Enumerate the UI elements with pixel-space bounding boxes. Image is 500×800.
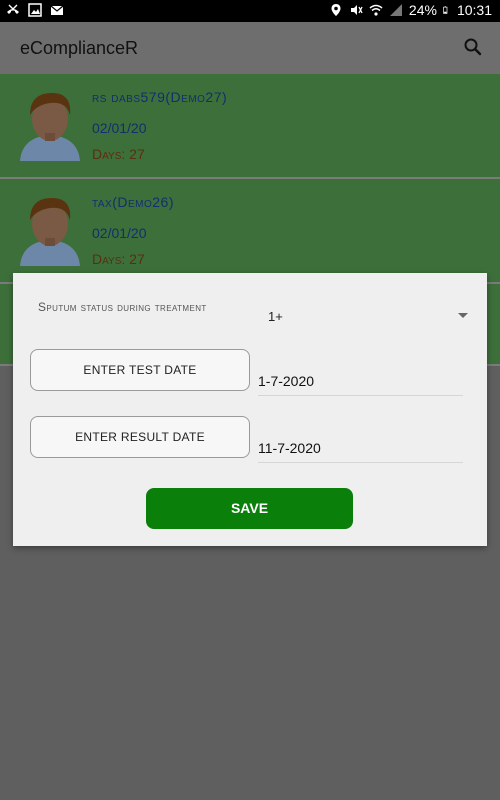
status-bar: 24% 10:31 (0, 0, 500, 22)
result-date-field[interactable]: 11-7-2020 (258, 434, 463, 463)
sputum-status-dropdown[interactable]: 1+ (268, 303, 468, 327)
email-icon (50, 5, 64, 15)
enter-test-date-button[interactable]: ENTER TEST DATE (30, 349, 250, 391)
search-icon[interactable] (462, 36, 484, 58)
patient-days: Days: 27 (92, 146, 145, 162)
app-title: eComplianceR (20, 38, 139, 58)
patient-name: tax(Demo26) (92, 194, 174, 210)
sputum-status-label: Sputum status during treatment (38, 300, 207, 314)
clock: 10:31 (456, 2, 492, 18)
test-date-field[interactable]: 1-7-2020 (258, 367, 463, 396)
app-bar: eComplianceR (0, 22, 500, 74)
avatar (20, 93, 80, 161)
sputum-dialog: Sputum status during treatment 1+ ENTER … (13, 273, 487, 546)
mute-icon (350, 5, 363, 15)
battery-percent: 24% (408, 2, 437, 18)
patient-days: Days: 27 (92, 251, 145, 267)
sputum-status-value: 1+ (268, 309, 283, 324)
location-icon (331, 4, 341, 16)
patient-date: 02/01/20 (92, 120, 147, 136)
patient-name: rs dabs579(Demo27) (92, 89, 228, 105)
enter-result-date-button[interactable]: ENTER RESULT DATE (30, 416, 250, 458)
patient-date: 02/01/20 (92, 225, 147, 241)
wifi-icon (369, 4, 383, 16)
missed-call-icon (7, 4, 19, 14)
signal-icon (389, 4, 402, 16)
chevron-down-icon (458, 313, 468, 318)
avatar (20, 198, 80, 266)
battery-icon (443, 6, 448, 14)
list-item[interactable]: tax(Demo26) 02/01/20 Days: 27 (0, 179, 500, 284)
list-item[interactable]: rs dabs579(Demo27) 02/01/20 Days: 27 (0, 74, 500, 179)
save-button[interactable]: SAVE (146, 488, 353, 529)
image-icon (28, 3, 42, 17)
